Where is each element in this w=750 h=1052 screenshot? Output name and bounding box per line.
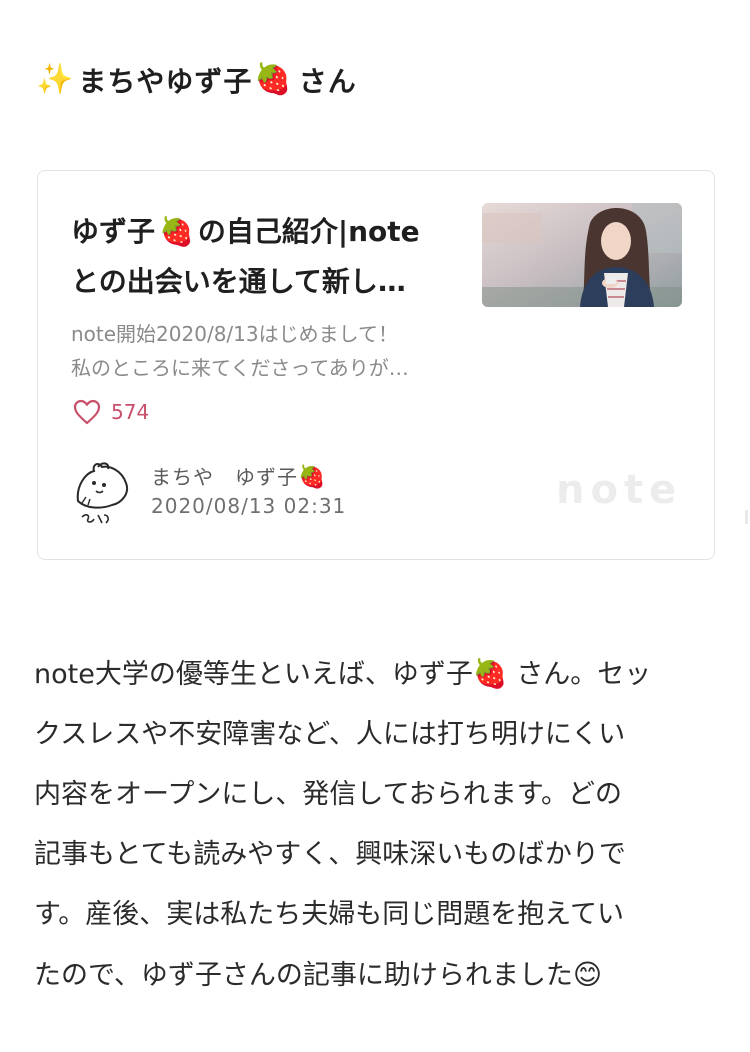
like-button[interactable]: 574 xyxy=(73,397,149,427)
author-name[interactable]: まちや ゆず子🍓 xyxy=(151,461,326,490)
body-line3: 内容をオープンにし、発信しておられます。どの xyxy=(34,779,623,810)
publish-date: 2020/08/13 02:31 xyxy=(151,494,347,518)
body-line4: 記事もとても読みやすく、興味深いものばかりで xyxy=(34,839,626,870)
heading-name: まちやゆず子 xyxy=(78,65,253,98)
scroll-edge-indicator xyxy=(745,510,748,524)
body-line1: note大学の優等生といえば、ゆず子🍓 さん。セッ xyxy=(34,644,724,705)
smiling-face-icon: 😊 xyxy=(572,958,603,991)
description-line1: note開始2020/8/13はじめまして！ xyxy=(71,322,399,346)
card-title-line1: ゆず子 🍓 の自己紹介|note xyxy=(71,207,461,257)
strawberry-icon: 🍓 xyxy=(298,465,327,490)
strawberry-icon: 🍓 xyxy=(254,62,293,97)
card-description: note開始2020/8/13はじめまして！ 私のところに来てくださってありが… xyxy=(71,317,461,385)
heading-suffix: さん xyxy=(298,65,357,98)
card-title-line2: との出会いを通して新し… xyxy=(71,265,406,298)
sparkles-icon: ✨ xyxy=(36,62,75,97)
heart-icon xyxy=(73,399,101,425)
body-line6-text: たので、ゆず子さんの記事に助けられました xyxy=(34,960,573,991)
body-line1-a: note大学の優等生といえば、ゆず子 xyxy=(34,659,473,690)
like-count: 574 xyxy=(111,400,150,424)
strawberry-icon: 🍓 xyxy=(159,215,194,248)
card-title-part-a: ゆず子 xyxy=(71,215,156,248)
page-heading: ✨ まちやゆず子 🍓 さん xyxy=(36,58,357,102)
thumbnail-photo-icon xyxy=(482,203,682,307)
body-line2: クスレスや不安障害など、人には打ち明けにくい xyxy=(34,719,626,750)
author-name-text: まちや ゆず子 xyxy=(151,465,298,489)
card-title-part-b: の自己紹介|note xyxy=(197,215,420,248)
note-logo: note xyxy=(556,467,683,513)
body-line1-b: さん。セッ xyxy=(516,659,652,690)
description-line2: 私のところに来てくださってありが… xyxy=(71,356,409,380)
body-line5: す。産後、実は私たち夫婦も同じ問題を抱えてい xyxy=(34,899,624,930)
body-paragraph: note大学の優等生といえば、ゆず子🍓 さん。セッ クスレスや不安障害など、人に… xyxy=(34,644,724,1006)
author-avatar[interactable] xyxy=(68,457,134,531)
card-thumbnail[interactable] xyxy=(482,203,682,307)
card-title[interactable]: ゆず子 🍓 の自己紹介|note との出会いを通して新し… xyxy=(71,207,461,307)
strawberry-icon: 🍓 xyxy=(472,657,508,690)
character-avatar-icon xyxy=(68,457,134,531)
note-embed-card[interactable]: ゆず子 🍓 の自己紹介|note との出会いを通して新し… note開始2020… xyxy=(37,170,715,560)
body-line6: たので、ゆず子さんの記事に助けられました😊 xyxy=(34,945,724,1006)
